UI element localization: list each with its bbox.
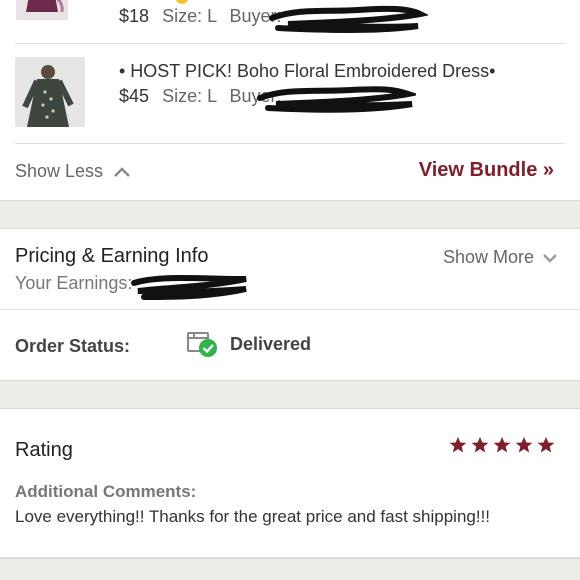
star-icon xyxy=(471,436,489,453)
order-status-card: Order Status: Delivered xyxy=(0,310,580,380)
item-price: $18 xyxy=(119,6,150,26)
item-title[interactable]: • HOST PICK! Boho Floral Embroidered Dre… xyxy=(119,61,495,82)
star-icon xyxy=(537,436,555,453)
item-divider xyxy=(15,43,565,44)
rating-stars xyxy=(449,436,555,454)
star-icon xyxy=(449,436,467,453)
earnings-label: Your Earnings: xyxy=(15,273,133,293)
redaction-scribble xyxy=(269,5,428,33)
item-price: $45 xyxy=(119,86,150,106)
dress-image-icon xyxy=(15,57,85,127)
item-size: Size: L xyxy=(162,6,217,26)
star-icon xyxy=(493,436,511,453)
item-thumbnail[interactable] xyxy=(15,57,85,127)
comments-label: Additional Comments: xyxy=(15,482,197,501)
order-status-value: Delivered xyxy=(230,334,312,354)
rating-card: Rating Additional Comments: Love everyth… xyxy=(0,409,580,558)
dress-image-icon xyxy=(16,0,68,20)
pricing-title: Pricing & Earning Info xyxy=(15,245,209,267)
view-bundle-link[interactable]: View Bundle » xyxy=(419,159,554,182)
bundle-card: $18 Size: L Buyer: • HOST PICK! Boho Flo… xyxy=(0,0,580,200)
show-more-button[interactable]: Show More xyxy=(443,247,558,268)
order-status-label: Order Status: xyxy=(15,336,131,356)
badge-icon xyxy=(176,0,188,4)
chevron-up-icon xyxy=(114,166,130,177)
delivered-box-icon xyxy=(187,332,217,357)
show-more-label: Show More xyxy=(442,247,534,267)
rating-title: Rating xyxy=(15,439,73,461)
show-less-label: Show Less xyxy=(15,161,104,181)
pricing-card: Pricing & Earning Info Your Earnings: Sh… xyxy=(0,229,580,310)
item-divider xyxy=(15,143,565,144)
redaction-scribble xyxy=(131,275,247,300)
item-meta: $18 Size: L Buyer: xyxy=(119,6,281,27)
item-size: Size: L xyxy=(162,86,217,106)
comment-text: Love everything!! Thanks for the great p… xyxy=(15,507,491,526)
redaction-scribble xyxy=(257,86,416,113)
chevron-down-icon xyxy=(543,253,557,263)
section-separator xyxy=(0,380,580,409)
item-thumbnail[interactable] xyxy=(16,0,68,20)
show-less-button[interactable]: Show Less xyxy=(15,161,131,182)
section-separator xyxy=(0,558,580,580)
section-separator xyxy=(0,200,580,229)
star-icon xyxy=(515,436,533,453)
